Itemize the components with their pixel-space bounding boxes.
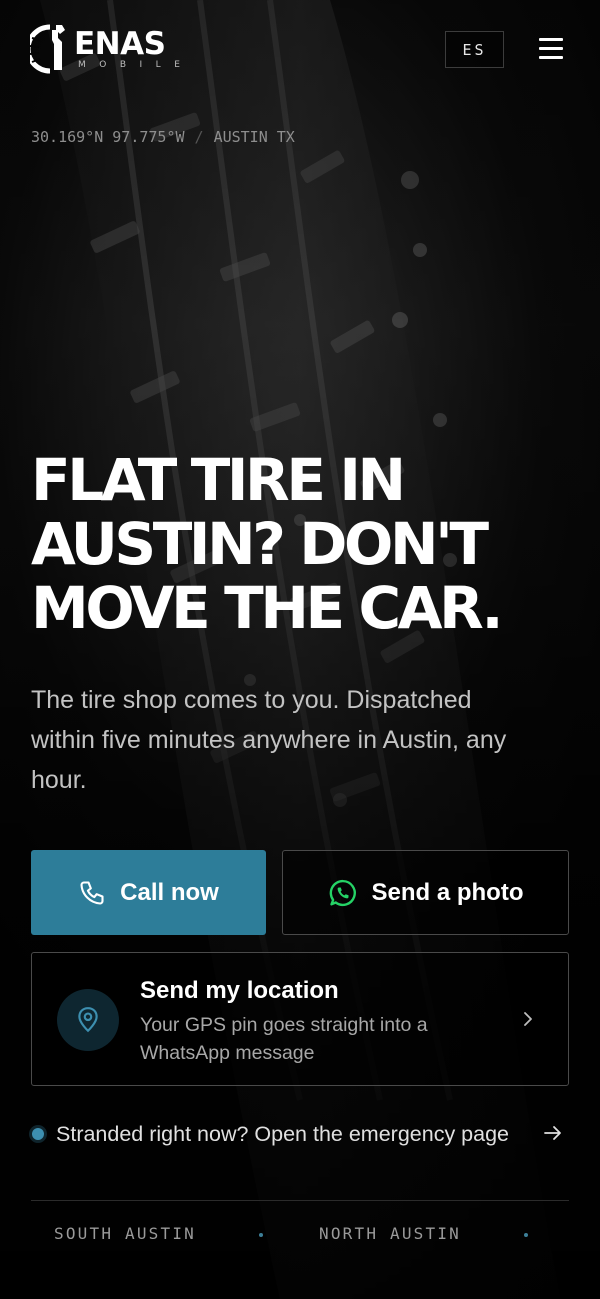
send-photo-label: Send a photo [371, 878, 524, 906]
emergency-link-label: Stranded right now? Open the emergency p… [56, 1121, 509, 1146]
brand-logo[interactable]: ENAS MOBILE [30, 24, 190, 76]
area-south-austin: SOUTH AUSTIN [54, 1224, 196, 1243]
whatsapp-icon [329, 879, 356, 906]
emergency-page-link[interactable]: Stranded right now? Open the emergency p… [31, 1116, 571, 1152]
city-label: AUSTIN TX [213, 128, 295, 146]
headline-line-3: MOVE THE CAR. [31, 574, 504, 642]
language-toggle-button[interactable]: ES [445, 31, 504, 68]
send-photo-button[interactable]: Send a photo [282, 850, 569, 935]
coordinates-separator: / [194, 128, 204, 146]
location-icon-circle [57, 989, 119, 1051]
area-bullet-icon [259, 1233, 263, 1237]
brand-tagline: MOBILE [78, 60, 194, 70]
tire-wrench-logo-icon [30, 24, 65, 74]
call-now-label: Call now [120, 878, 219, 906]
location-coordinates: 30.169°N 97.775°W / AUSTIN TX [31, 128, 295, 146]
phone-icon [80, 880, 104, 905]
section-divider [31, 1200, 569, 1201]
hero-headline: FLAT TIRE IN AUSTIN? DON'T MOVE THE CAR. [31, 448, 571, 640]
chevron-right-icon [524, 1012, 532, 1026]
hero-background-image [0, 0, 600, 1299]
service-areas-ticker: SOUTH AUSTIN NORTH AUSTIN [54, 1224, 574, 1248]
map-pin-icon [78, 1007, 98, 1033]
hero-subtext: The tire shop comes to you. Dispatched w… [31, 686, 507, 794]
coordinates-text: 30.169°N 97.775°W [31, 128, 185, 146]
send-location-title: Send my location [140, 977, 339, 1004]
background-shade [0, 0, 600, 1299]
send-location-card[interactable]: Send my location Your GPS pin goes strai… [31, 952, 569, 1086]
area-bullet-icon [524, 1233, 528, 1237]
brand-name: ENAS [74, 26, 166, 62]
status-dot-icon [32, 1128, 44, 1140]
call-now-button[interactable]: Call now [31, 850, 266, 935]
site-header: ENAS MOBILE ES [0, 0, 600, 100]
headline-line-1: FLAT TIRE IN [31, 446, 406, 514]
area-north-austin: NORTH AUSTIN [319, 1224, 461, 1243]
arrow-right-icon [544, 1126, 561, 1140]
send-location-description: Your GPS pin goes straight into a WhatsA… [140, 1014, 428, 1064]
headline-line-2: AUSTIN? DON'T [31, 510, 489, 578]
hamburger-menu-icon[interactable] [537, 36, 565, 62]
